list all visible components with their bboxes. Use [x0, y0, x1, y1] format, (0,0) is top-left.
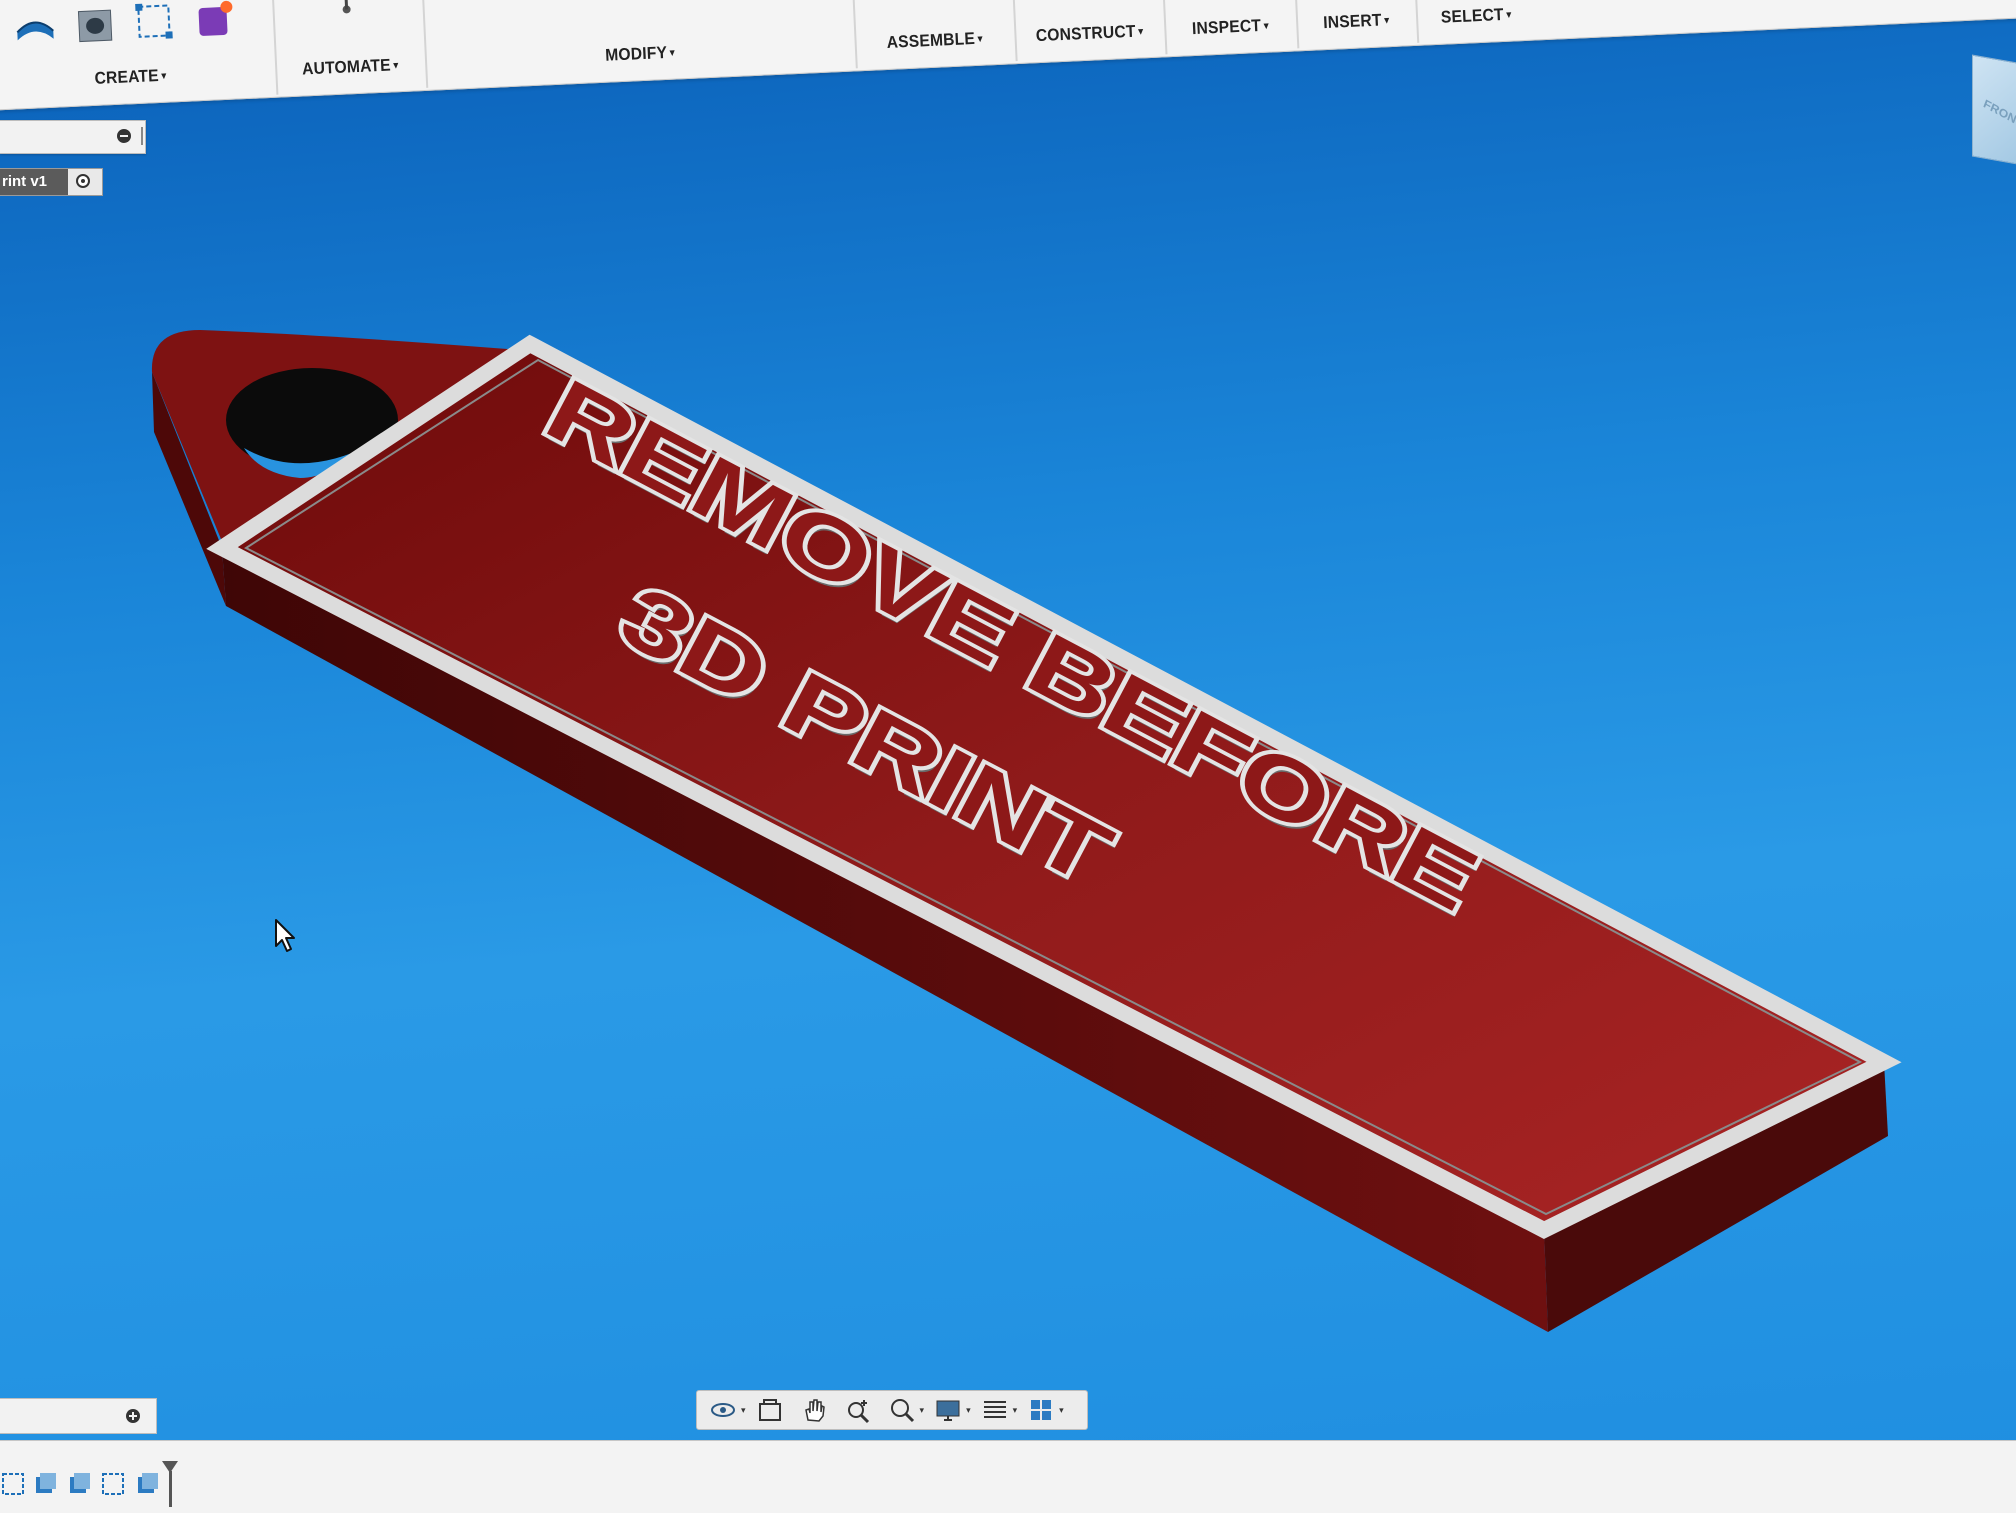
automate-icon[interactable]: [323, 0, 369, 18]
caret-icon: ▾: [1384, 15, 1390, 27]
caret-icon: ▾: [1506, 9, 1512, 21]
inspect-label: INSPECT: [1191, 15, 1262, 39]
navigation-bar: ▾ ▾ ▾ ▾ ▾: [696, 1390, 1088, 1430]
caret-icon: ▾: [161, 70, 167, 82]
toolbar-group-inspect[interactable]: INSPECT ▾: [1158, 0, 1300, 55]
hole-icon[interactable]: [72, 2, 118, 48]
toolbar-group-insert[interactable]: INSERT ▾: [1290, 0, 1420, 49]
fit-button[interactable]: [882, 1394, 922, 1426]
caret-icon[interactable]: ▾: [1013, 1405, 1018, 1416]
activate-radio-icon[interactable]: [76, 174, 90, 188]
caret-icon[interactable]: ▾: [741, 1405, 746, 1416]
timeline-extrude-icon[interactable]: [134, 1471, 160, 1497]
timeline-marker-line[interactable]: [169, 1471, 172, 1507]
toolbar-group-create[interactable]: CREATE ▾: [0, 0, 279, 108]
caret-icon[interactable]: ▾: [920, 1405, 925, 1416]
orbit-icon: [711, 1403, 735, 1417]
collapse-icon[interactable]: [117, 129, 131, 143]
display-settings-button[interactable]: [928, 1394, 968, 1426]
caret-icon: ▾: [977, 33, 983, 45]
browser-panel-header[interactable]: [0, 120, 146, 154]
create-label: CREATE: [94, 66, 160, 88]
timeline: [0, 1440, 2016, 1513]
toolbar-label-assemble[interactable]: ASSEMBLE ▾: [861, 27, 1009, 54]
comments-panel-header[interactable]: [0, 1398, 157, 1434]
look-at-button[interactable]: [750, 1394, 790, 1426]
caret-icon: ▾: [393, 60, 399, 72]
display-settings-icon: [936, 1400, 960, 1421]
zoom-icon: [847, 1400, 869, 1424]
timeline-extrude-icon[interactable]: [32, 1471, 58, 1497]
toolbar-label-modify[interactable]: MODIFY ▾: [442, 35, 838, 73]
view-cube-face-label: FRON: [1981, 96, 2016, 127]
active-component-name: rint v1: [0, 169, 68, 195]
toolbar-label-select[interactable]: SELECT ▾: [1420, 4, 1531, 29]
assemble-label: ASSEMBLE: [886, 28, 976, 52]
sketch-icon[interactable]: [132, 0, 178, 45]
toolbar-label-create[interactable]: CREATE ▾: [0, 61, 264, 93]
keychain-model[interactable]: REMOVE BEFORE REMOVE BEFORE REMOVE BEFOR…: [0, 0, 2016, 1512]
caret-icon: ▾: [1263, 20, 1269, 32]
fit-icon: [890, 1399, 914, 1423]
toolbar-group-select[interactable]: SELECT ▾: [1411, 0, 1538, 43]
timeline-sketch-icon[interactable]: [100, 1471, 126, 1497]
timeline-sketch-icon[interactable]: [0, 1471, 26, 1497]
toolbar-label-automate[interactable]: AUTOMATE ▾: [281, 54, 420, 80]
construct-label: CONSTRUCT: [1035, 21, 1136, 46]
orbit-button[interactable]: [703, 1394, 743, 1426]
toolbar-label-insert[interactable]: INSERT ▾: [1301, 9, 1412, 34]
toolbar-group-assemble[interactable]: ASSEMBLE ▾: [849, 0, 1018, 69]
insert-label: INSERT: [1322, 10, 1383, 33]
viewports-icon: [1031, 1400, 1052, 1420]
caret-icon[interactable]: ▾: [1059, 1405, 1064, 1416]
view-cube[interactable]: FRON: [1972, 54, 2016, 168]
toolbar-group-automate[interactable]: AUTOMATE ▾: [269, 0, 429, 95]
mouse-cursor-icon: [275, 919, 295, 952]
extrude-surface-icon[interactable]: [12, 5, 58, 51]
active-component-tag[interactable]: rint v1: [0, 168, 103, 196]
toolbar-label-inspect[interactable]: INSPECT ▾: [1169, 15, 1291, 40]
grid-settings-icon: [983, 1401, 1006, 1418]
pan-button[interactable]: [794, 1394, 834, 1426]
timeline-extrude-icon[interactable]: [66, 1471, 92, 1497]
select-label: SELECT: [1440, 4, 1505, 27]
caret-icon[interactable]: ▾: [966, 1405, 971, 1416]
automate-label: AUTOMATE: [301, 55, 392, 79]
press-pull-icon[interactable]: [434, 0, 480, 1]
zoom-window-button[interactable]: [838, 1394, 878, 1426]
pan-icon: [804, 1399, 825, 1422]
panel-resize-handle[interactable]: [141, 127, 143, 145]
viewports-button[interactable]: [1021, 1394, 1061, 1426]
add-comment-icon[interactable]: [126, 1409, 140, 1423]
look-at-icon: [758, 1399, 781, 1421]
toolbar-group-construct[interactable]: CONSTRUCT ▾: [1008, 0, 1168, 62]
grid-settings-button[interactable]: [975, 1394, 1015, 1426]
caret-icon: ▾: [669, 47, 675, 59]
generative-icon[interactable]: [192, 0, 238, 42]
toolbar-label-construct[interactable]: CONSTRUCT ▾: [1020, 21, 1159, 47]
modify-label: MODIFY: [604, 42, 668, 65]
caret-icon: ▾: [1138, 26, 1144, 38]
